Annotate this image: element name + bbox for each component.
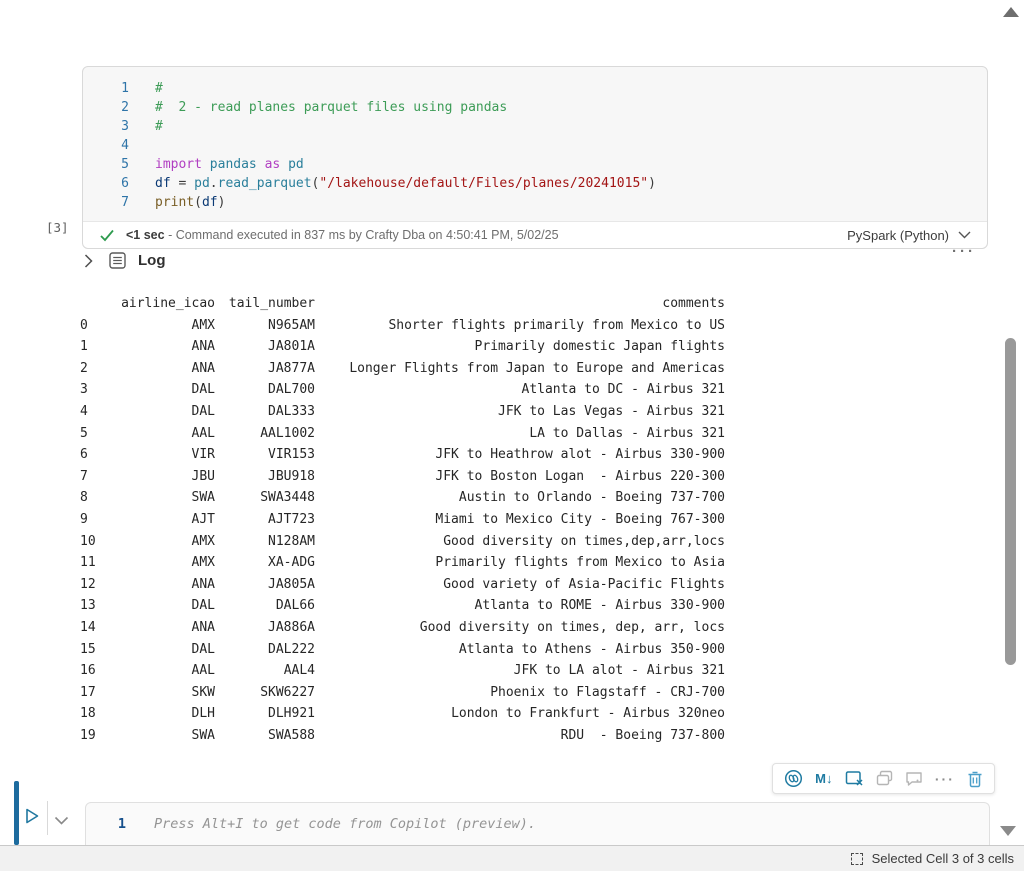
table-row: 19SWASWA588RDU - Boeing 737-800	[80, 725, 725, 747]
log-section-header: Log	[84, 252, 166, 269]
status-separator: -	[165, 228, 176, 242]
comment-icon	[905, 771, 923, 787]
table-row: 5AALAAL1002LA to Dallas - Airbus 321	[80, 423, 725, 445]
log-expand-chevron-icon[interactable]	[84, 254, 93, 268]
code-line: 2# 2 - read planes parquet files using p…	[83, 98, 987, 117]
table-row: 18DLHDLH921London to Frankfurt - Airbus …	[80, 703, 725, 725]
code-line: 5import pandas as pd	[83, 155, 987, 174]
success-check-icon	[100, 229, 114, 242]
code-line: 4	[83, 136, 987, 155]
table-row: 0AMXN965AMShorter flights primarily from…	[80, 315, 725, 337]
table-row: 6VIRVIR153JFK to Heathrow alot - Airbus …	[80, 444, 725, 466]
markdown-icon: M↓	[815, 771, 832, 786]
code-editor[interactable]: 1#2# 2 - read planes parquet files using…	[83, 67, 987, 221]
convert-to-markdown-button[interactable]: M↓	[815, 771, 832, 786]
selected-cell-status: Selected Cell 3 of 3 cells	[872, 851, 1014, 866]
execution-count: [3]	[46, 220, 69, 235]
copilot-icon	[784, 769, 803, 788]
selected-cell-indicator	[14, 781, 19, 845]
execution-duration: <1 sec	[126, 228, 165, 242]
table-row: 2ANAJA877ALonger Flights from Japan to E…	[80, 358, 725, 380]
table-row: 7JBUJBU918JFK to Boston Logan - Airbus 2…	[80, 466, 725, 488]
table-row: 9AJTAJT723Miami to Mexico City - Boeing …	[80, 509, 725, 531]
more-actions-button[interactable]: ···	[935, 771, 955, 787]
copy-cell-button[interactable]	[876, 770, 893, 787]
comment-button[interactable]	[905, 771, 923, 787]
clear-outputs-button[interactable]	[845, 770, 864, 787]
scrollbar-thumb[interactable]	[1005, 338, 1016, 665]
toolbar-divider	[47, 801, 48, 835]
table-row: 12ANAJA805AGood variety of Asia-Pacific …	[80, 574, 725, 596]
status-bar: Selected Cell 3 of 3 cells	[0, 845, 1024, 871]
code-cell: 1#2# 2 - read planes parquet files using…	[82, 66, 988, 249]
cell-toolbar: M↓ ···	[772, 763, 995, 794]
code-line: 6df = pd.read_parquet("/lakehouse/defaul…	[83, 174, 987, 193]
clear-outputs-icon	[845, 770, 864, 787]
run-cell-button[interactable]	[22, 806, 42, 831]
code-line: 1#	[83, 79, 987, 98]
line-number: 1	[86, 816, 126, 832]
table-row: 16AALAAL4JFK to LA alot - Airbus 321	[80, 660, 725, 682]
copilot-placeholder-text: Press Alt+I to get code from Copilot (pr…	[154, 816, 536, 832]
delete-cell-button[interactable]	[967, 770, 983, 788]
cell-status-bar: <1 sec - Command executed in 837 ms by C…	[83, 221, 987, 248]
copilot-button[interactable]	[784, 769, 803, 788]
copy-icon	[876, 770, 893, 787]
table-row: 14ANAJA886AGood diversity on times, dep,…	[80, 617, 725, 639]
table-row: 10AMXN128AMGood diversity on times,dep,a…	[80, 531, 725, 553]
scrollbar-up-arrow-icon[interactable]	[1003, 7, 1019, 17]
run-options-chevron-icon[interactable]	[54, 812, 69, 830]
table-row: 15DALDAL222Atlanta to Athens - Airbus 35…	[80, 639, 725, 661]
output-table: airline_icaotail_numbercomments0AMXN965A…	[80, 293, 725, 746]
play-icon	[22, 806, 42, 826]
code-line: 7print(df)	[83, 193, 987, 212]
table-row: 4DALDAL333JFK to Las Vegas - Airbus 321	[80, 401, 725, 423]
trash-icon	[967, 770, 983, 788]
table-row: 11AMXXA-ADGPrimarily flights from Mexico…	[80, 552, 725, 574]
table-row: 3DALDAL700Atlanta to DC - Airbus 321	[80, 379, 725, 401]
copilot-placeholder-cell[interactable]: 1 Press Alt+I to get code from Copilot (…	[85, 802, 990, 845]
log-more-actions-button[interactable]: ···	[952, 243, 976, 260]
selection-icon	[851, 853, 863, 865]
table-row: 17SKWSKW6227Phoenix to Flagstaff - CRJ-7…	[80, 682, 725, 704]
chevron-down-icon	[958, 231, 971, 239]
table-row: 13DALDAL66Atlanta to ROME - Airbus 330-9…	[80, 595, 725, 617]
table-header-row: airline_icaotail_numbercomments	[80, 293, 725, 315]
log-list-icon	[109, 252, 126, 269]
log-title: Log	[138, 252, 166, 269]
table-row: 1ANAJA801APrimarily domestic Japan fligh…	[80, 336, 725, 358]
kernel-label: PySpark (Python)	[847, 228, 949, 243]
table-row: 8SWASWA3448Austin to Orlando - Boeing 73…	[80, 487, 725, 509]
scrollbar-down-arrow-icon[interactable]	[1000, 826, 1016, 836]
execution-detail: Command executed in 837 ms by Crafty Dba…	[176, 228, 559, 242]
code-line: 3#	[83, 117, 987, 136]
